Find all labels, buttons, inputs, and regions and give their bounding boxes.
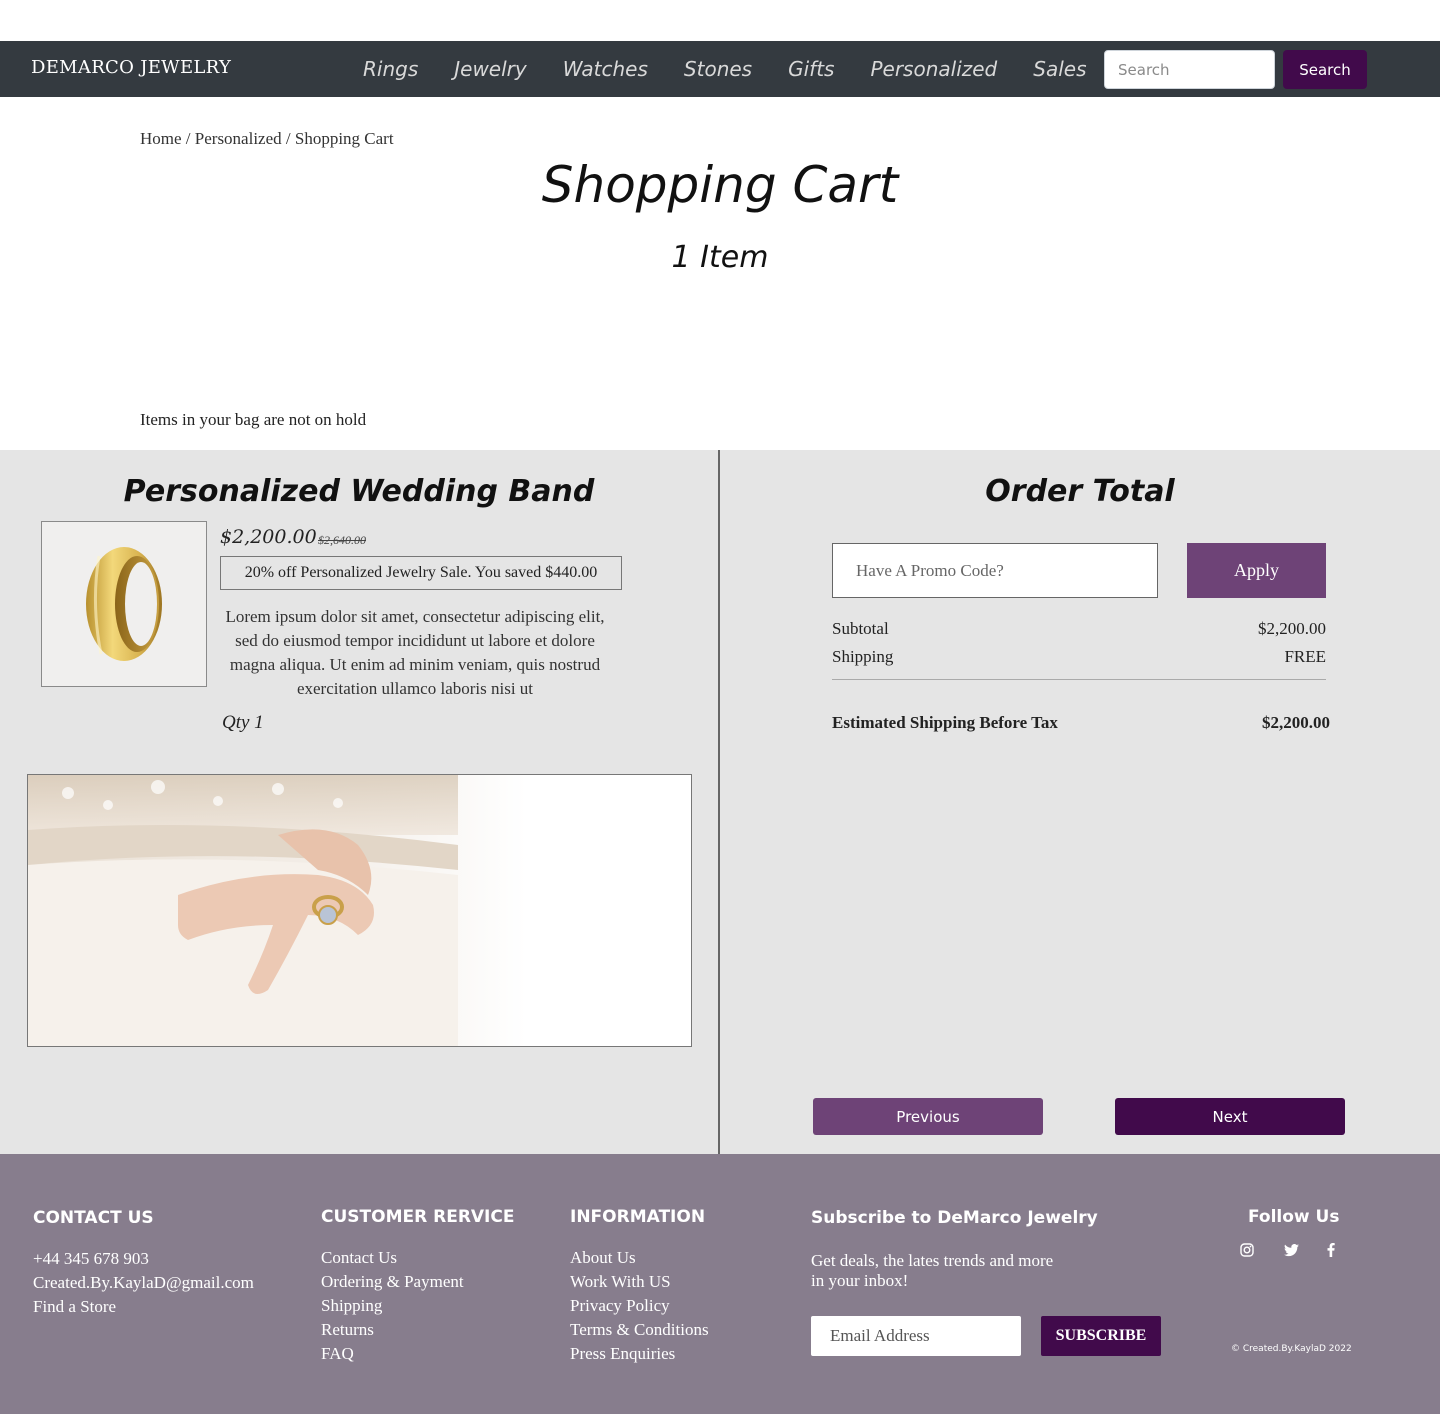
footer-link-returns[interactable]: Returns [321, 1318, 464, 1342]
total-value: $2,200.00 [1262, 713, 1330, 732]
lifestyle-photo [27, 774, 692, 1047]
product-quantity[interactable]: Qty 1 [222, 712, 264, 734]
cart-item-count: 1 Item [671, 240, 769, 275]
footer-contact-heading: CONTACT US [33, 1208, 154, 1228]
sale-savings-note: 20% off Personalized Jewelry Sale. You s… [220, 556, 622, 590]
facebook-icon[interactable] [1323, 1242, 1339, 1258]
footer-link-contact-us[interactable]: Contact Us [321, 1246, 464, 1270]
nav-link-stones[interactable]: Stones [666, 57, 770, 81]
nav-link-sales[interactable]: Sales [1015, 57, 1104, 81]
contact-find-store[interactable]: Find a Store [33, 1295, 254, 1319]
hand-with-ring-image [28, 775, 691, 1046]
subtotal-value: $2,200.00 [1258, 619, 1326, 638]
product-title: Personalized Wedding Band [123, 474, 595, 509]
search-button[interactable]: Search [1283, 50, 1367, 89]
order-total-title: Order Total [985, 474, 1175, 509]
footer-contact-list: +44 345 678 903 Created.By.KaylaD@gmail.… [33, 1247, 254, 1319]
cart-section: Personalized Wedding Band $2,200.00 $2,6… [0, 450, 1440, 1154]
footer-link-terms[interactable]: Terms & Conditions [570, 1318, 709, 1342]
apply-promo-button[interactable]: Apply [1187, 543, 1326, 598]
footer-link-shipping[interactable]: Shipping [321, 1294, 464, 1318]
product-description: Lorem ipsum dolor sit amet, consectetur … [225, 607, 605, 698]
total-row: Estimated Shipping Before Tax $2,200.00 [832, 713, 1330, 733]
footer-follow-heading: Follow Us [1248, 1207, 1340, 1227]
shipping-label: Shipping [832, 647, 894, 666]
instagram-icon[interactable] [1239, 1242, 1255, 1258]
breadcrumb-home[interactable]: Home [140, 129, 182, 148]
footer-link-about-us[interactable]: About Us [570, 1246, 709, 1270]
page-title: Shopping Cart [541, 156, 899, 214]
contact-email[interactable]: Created.By.KaylaD@gmail.com [33, 1271, 254, 1295]
footer-subscribe-heading: Subscribe to DeMarco Jewelry [811, 1208, 1098, 1228]
breadcrumb-personalized[interactable]: Personalized [195, 129, 282, 148]
subtotal-row: Subtotal $2,200.00 [832, 619, 1326, 639]
nav-link-rings[interactable]: Rings [345, 57, 436, 81]
footer-link-press[interactable]: Press Enquiries [570, 1342, 709, 1366]
footer-link-ordering-payment[interactable]: Ordering & Payment [321, 1270, 464, 1294]
top-navbar: DEMARCO JEWELRY Rings Jewelry Watches St… [0, 41, 1440, 97]
footer-information-heading: INFORMATION [570, 1207, 706, 1227]
footer-information-list: About Us Work With US Privacy Policy Ter… [570, 1246, 709, 1366]
summary-divider [832, 679, 1326, 680]
nav-link-jewelry[interactable]: Jewelry [436, 57, 544, 81]
contact-phone[interactable]: +44 345 678 903 [33, 1247, 254, 1271]
breadcrumb-current: Shopping Cart [294, 129, 394, 148]
product-price: $2,200.00 [220, 526, 317, 548]
promo-code-input[interactable] [832, 543, 1158, 598]
footer: CONTACT US +44 345 678 903 Created.By.Ka… [0, 1154, 1440, 1414]
footer-link-work-with-us[interactable]: Work With US [570, 1270, 709, 1294]
twitter-icon[interactable] [1283, 1242, 1299, 1258]
subscribe-button[interactable]: SUBSCRIBE [1041, 1316, 1161, 1356]
hold-notice: Items in your bag are not on hold [140, 410, 367, 429]
gold-ring-image [86, 547, 162, 661]
next-button[interactable]: Next [1115, 1098, 1345, 1135]
total-label: Estimated Shipping Before Tax [832, 713, 1058, 732]
nav-link-gifts[interactable]: Gifts [770, 57, 852, 81]
section-divider [718, 450, 720, 1154]
footer-customer-service-list: Contact Us Ordering & Payment Shipping R… [321, 1246, 464, 1366]
subtotal-label: Subtotal [832, 619, 889, 638]
search-input[interactable] [1104, 50, 1275, 89]
product-original-price: $2,640.00 [318, 533, 366, 547]
brand-logo[interactable]: DEMARCO JEWELRY [31, 57, 231, 78]
shipping-row: Shipping FREE [832, 647, 1326, 667]
copyright-text: © Created.By.KaylaD 2022 [1231, 1344, 1352, 1354]
breadcrumb-separator: / [285, 129, 291, 148]
shipping-value: FREE [1284, 647, 1326, 666]
product-image[interactable] [41, 521, 207, 687]
nav-links: Rings Jewelry Watches Stones Gifts Perso… [345, 41, 1105, 97]
footer-link-faq[interactable]: FAQ [321, 1342, 464, 1366]
footer-customer-service-heading: CUSTOMER RERVICE [321, 1207, 515, 1227]
nav-link-watches[interactable]: Watches [545, 57, 666, 81]
footer-link-privacy-policy[interactable]: Privacy Policy [570, 1294, 709, 1318]
breadcrumb-separator: / [185, 129, 191, 148]
previous-button[interactable]: Previous [813, 1098, 1043, 1135]
newsletter-email-input[interactable] [811, 1316, 1021, 1356]
breadcrumb: Home / Personalized / Shopping Cart [140, 129, 394, 149]
nav-link-personalized[interactable]: Personalized [852, 57, 1015, 81]
footer-subscribe-text: Get deals, the lates trends and more in … [811, 1251, 1054, 1290]
